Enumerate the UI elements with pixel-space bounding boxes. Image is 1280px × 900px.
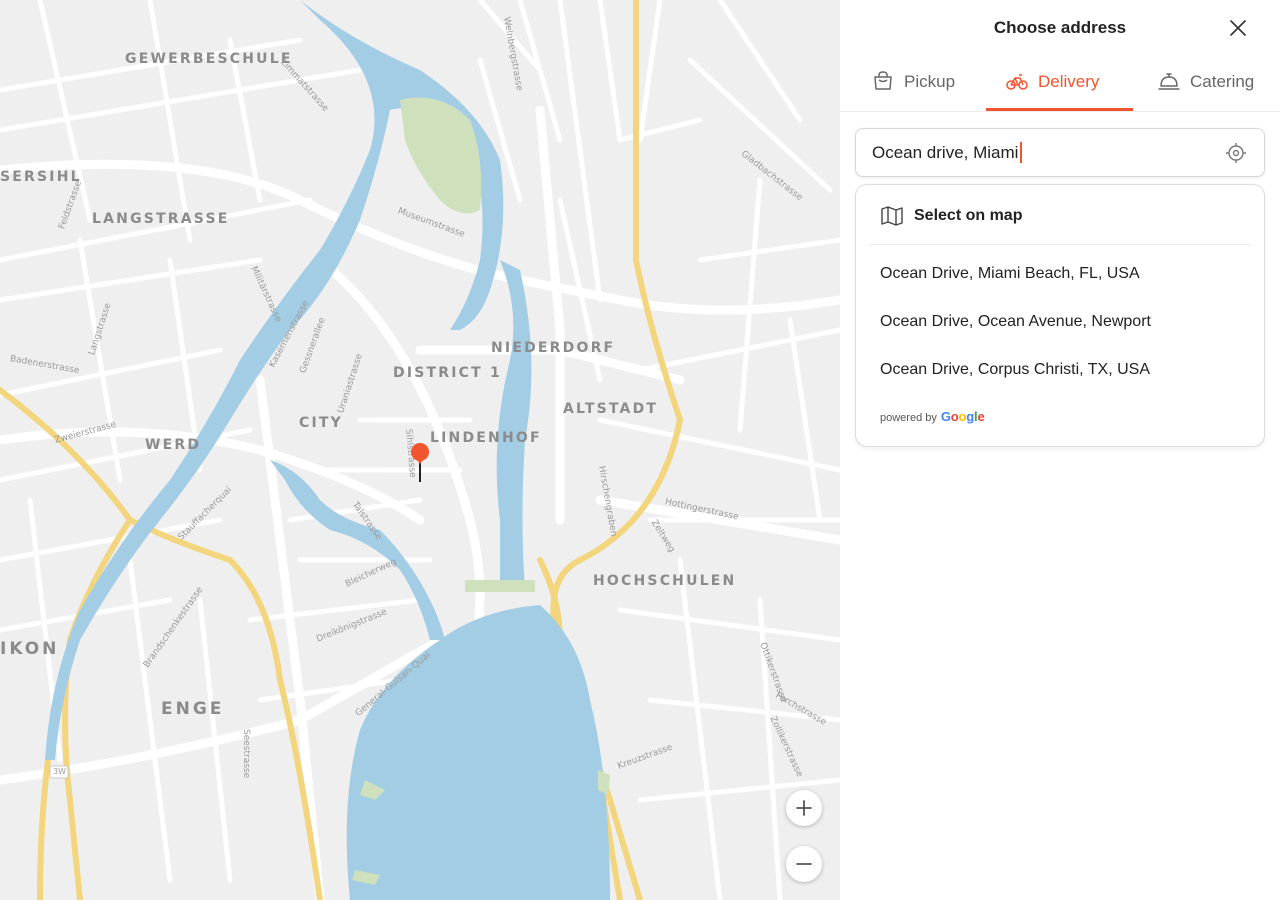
close-icon: [1230, 20, 1246, 36]
divider: [868, 244, 1252, 245]
district-label: LINDENHOF: [430, 430, 542, 446]
road-badge: 3W: [53, 767, 66, 776]
district-label: HOCHSCHULEN: [593, 573, 737, 589]
minus-icon: [796, 863, 812, 865]
suggestion-item[interactable]: Ocean Drive, Corpus Christi, TX, USA: [880, 361, 1150, 379]
district-label: CITY: [299, 415, 343, 431]
district-label: ENGE: [161, 699, 225, 719]
district-label: LANGSTRASSE: [92, 211, 230, 227]
district-label: SERSIHL: [0, 169, 82, 185]
zoom-in-button[interactable]: [786, 790, 822, 826]
tab-pickup[interactable]: Pickup: [872, 71, 956, 112]
plus-icon: [796, 800, 812, 816]
street-label: Seestrasse: [241, 729, 251, 779]
district-label: DISTRICT 1: [393, 365, 502, 381]
select-on-map-label: Select on map: [914, 207, 1023, 224]
zoom-out-button[interactable]: [786, 846, 822, 882]
active-tab-indicator: [986, 108, 1133, 111]
powered-by-attribution: powered by Google: [880, 409, 985, 424]
address-panel: Choose address Pickup Delivery Catering …: [840, 0, 1280, 900]
powered-by-text: powered by: [880, 412, 937, 424]
google-logo: Google: [940, 409, 985, 424]
tab-label: Pickup: [904, 72, 956, 91]
map-canvas[interactable]: 3W GEWERBESCHULE LANGSTRASSE SERSIHL NIE…: [0, 0, 840, 900]
suggestion-item[interactable]: Ocean Drive, Miami Beach, FL, USA: [880, 265, 1140, 283]
panel-title: Choose address: [993, 18, 1127, 37]
district-label: ALTSTADT: [563, 401, 659, 417]
district-label: WERD: [145, 437, 202, 453]
tab-label: Catering: [1190, 72, 1255, 91]
tab-catering[interactable]: Catering: [1158, 72, 1254, 112]
tab-label: Delivery: [1038, 72, 1100, 91]
bicycle-icon: [1006, 74, 1028, 90]
address-search-box: [855, 128, 1265, 177]
suggestions-dropdown: Select on map Ocean Drive, Miami Beach, …: [855, 184, 1265, 447]
suggestion-item[interactable]: Ocean Drive, Ocean Avenue, Newport: [880, 313, 1151, 331]
close-button[interactable]: [1228, 18, 1248, 38]
district-label: IKON: [0, 639, 60, 659]
district-label: NIEDERDORF: [491, 340, 616, 356]
select-on-map-option[interactable]: Select on map: [880, 205, 1022, 227]
map-pin-icon: [410, 442, 432, 484]
crosshair-icon: [1226, 143, 1246, 163]
tab-bar: Pickup Delivery Catering: [840, 56, 1280, 112]
map-icon: [881, 206, 903, 226]
panel-header: Choose address: [840, 0, 1280, 56]
text-caret: [1020, 142, 1023, 163]
district-label: GEWERBESCHULE: [125, 51, 293, 67]
locate-me-button[interactable]: [1225, 142, 1247, 164]
tab-delivery[interactable]: Delivery: [1006, 72, 1099, 112]
bag-icon: [874, 71, 892, 90]
cloche-icon: [1158, 73, 1180, 90]
address-search-input[interactable]: [872, 129, 1212, 176]
